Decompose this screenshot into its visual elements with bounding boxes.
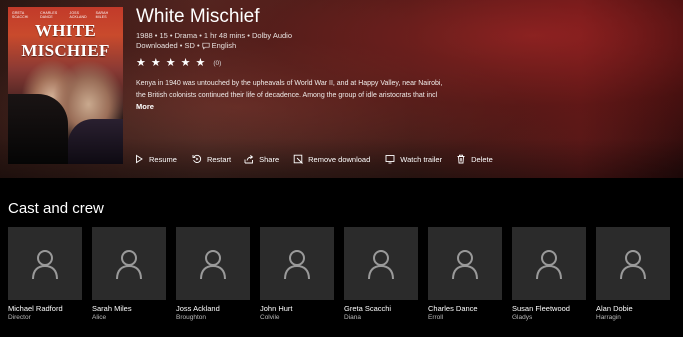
avatar: [428, 227, 502, 300]
star-icon[interactable]: ★: [181, 58, 191, 69]
delete-button[interactable]: Delete: [456, 154, 493, 164]
restart-label: Restart: [206, 154, 232, 164]
movie-description: Kenya in 1940 was untouched by the uphea…: [136, 78, 451, 102]
remove-download-button[interactable]: Remove download: [293, 154, 370, 164]
cast-role: Alice: [92, 314, 107, 321]
poster-title: WHITE MISCHIEF: [21, 21, 110, 60]
avatar: [512, 227, 586, 300]
movie-meta: 1988 • 15 • Drama • 1 hr 48 mins • Dolby…: [136, 31, 292, 40]
cast-name: John Hurt: [260, 304, 293, 313]
cast-name: Greta Scacchi: [344, 304, 392, 313]
cast-name: Susan Fleetwood: [512, 304, 570, 313]
share-label: Share: [259, 154, 280, 164]
poster-figure-woman: [68, 119, 123, 164]
trailer-icon: [385, 155, 395, 164]
language-text: English: [211, 41, 237, 50]
person-icon: [200, 249, 226, 279]
restart-icon: [192, 154, 202, 163]
cast-role: Director: [8, 314, 31, 321]
cast-role: Diana: [344, 314, 361, 321]
cast-role: Colvile: [260, 314, 280, 321]
trash-icon: [457, 154, 465, 164]
cast-role: Harragin: [596, 314, 621, 321]
poster-credit: GRETA SCACCHI: [12, 11, 29, 19]
cast-role: Erroll: [428, 314, 444, 321]
speech-bubble-icon: [202, 42, 210, 50]
description-line: Kenya in 1940 was untouched by the uphea…: [136, 80, 443, 87]
cast-card[interactable]: Alan Dobie Harragin: [596, 227, 670, 321]
delete-label: Delete: [471, 154, 493, 164]
poster-credits: GRETA SCACCHI CHARLES DANCE JOSS ACKLAND…: [12, 11, 119, 19]
cast-card[interactable]: Joss Ackland Broughton: [176, 227, 250, 321]
person-icon: [284, 249, 310, 279]
cast-list: Michael Radford Director Sarah Miles Ali…: [8, 227, 670, 321]
cast-name: Joss Ackland: [176, 304, 220, 313]
cast-card[interactable]: Sarah Miles Alice: [92, 227, 166, 321]
share-icon: [244, 154, 254, 164]
poster-credit: SARAH MILES: [95, 11, 109, 19]
person-icon: [620, 249, 646, 279]
star-icon[interactable]: ★: [166, 58, 176, 69]
resume-label: Resume: [149, 154, 177, 164]
action-bar: Resume Restart Share Remove download Wat…: [134, 154, 493, 164]
avatar: [344, 227, 418, 300]
star-icon[interactable]: ★: [151, 58, 161, 69]
cast-name: Charles Dance: [428, 304, 478, 313]
watch-trailer-label: Watch trailer: [400, 154, 443, 164]
star-rating[interactable]: ★ ★ ★ ★ ★ (0): [136, 58, 221, 69]
movie-title: White Mischief: [136, 6, 260, 27]
share-button[interactable]: Share: [244, 154, 279, 164]
cast-card[interactable]: Greta Scacchi Diana: [344, 227, 418, 321]
star-icon[interactable]: ★: [196, 58, 206, 69]
rating-count: (0): [213, 60, 222, 67]
avatar: [92, 227, 166, 300]
remove-download-icon: [293, 154, 303, 164]
avatar: [176, 227, 250, 300]
cast-name: Sarah Miles: [92, 304, 132, 313]
description-line: the British colonists continued their li…: [136, 92, 438, 99]
availability-text: Downloaded • SD •: [136, 41, 200, 50]
avatar: [260, 227, 334, 300]
cast-card[interactable]: John Hurt Colvile: [260, 227, 334, 321]
avatar: [8, 227, 82, 300]
person-icon: [452, 249, 478, 279]
cast-section-title: Cast and crew: [8, 200, 104, 217]
cast-card[interactable]: Michael Radford Director: [8, 227, 82, 321]
play-icon: [136, 154, 143, 164]
cast-role: Broughton: [176, 314, 206, 321]
watch-trailer-button[interactable]: Watch trailer: [385, 154, 442, 164]
movie-poster: GRETA SCACCHI CHARLES DANCE JOSS ACKLAND…: [8, 7, 123, 164]
cast-role: Gladys: [512, 314, 533, 321]
cast-name: Alan Dobie: [596, 304, 633, 313]
person-icon: [536, 249, 562, 279]
avatar: [596, 227, 670, 300]
movie-availability: Downloaded • SD • English: [136, 41, 236, 50]
more-link[interactable]: More: [136, 102, 154, 111]
poster-credit: JOSS ACKLAND: [69, 11, 87, 19]
person-icon: [32, 249, 58, 279]
cast-card[interactable]: Charles Dance Erroll: [428, 227, 502, 321]
resume-button[interactable]: Resume: [134, 154, 177, 164]
restart-button[interactable]: Restart: [192, 154, 231, 164]
cast-name: Michael Radford: [8, 304, 63, 313]
person-icon: [368, 249, 394, 279]
remove-download-label: Remove download: [308, 154, 371, 164]
star-icon[interactable]: ★: [136, 58, 146, 69]
poster-credit: CHARLES DANCE: [40, 11, 58, 19]
person-icon: [116, 249, 142, 279]
cast-card[interactable]: Susan Fleetwood Gladys: [512, 227, 586, 321]
poster-figure-man: [8, 94, 68, 164]
